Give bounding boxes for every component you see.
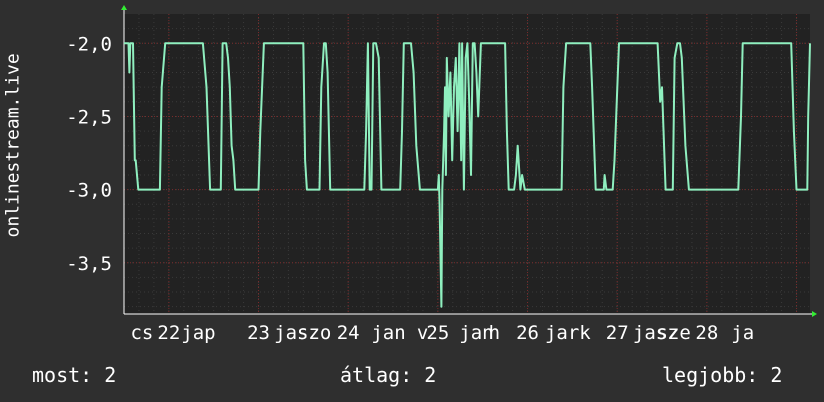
x-tick-label: sze (657, 322, 691, 344)
y-tick-label: -3,0 (66, 180, 112, 202)
x-tick-label: 28 (695, 322, 718, 344)
stat-best: legjobb: 2 (662, 363, 783, 387)
line-chart: -2,0-2,5-3,0-3,5cs 22 jap 23 jaszszo 24 jan v25… (66, 5, 817, 344)
y-tick-label: -2,5 (66, 106, 112, 128)
x-tick-label: 23 (247, 322, 270, 344)
x-tick-label: ja (731, 322, 754, 344)
x-tick-label: szo (297, 322, 331, 344)
x-tick-label: h (489, 322, 500, 344)
x-tick-label: jap (181, 322, 215, 344)
x-tick-label: 25 (426, 322, 449, 344)
x-tick-label: 27 (606, 322, 629, 344)
y-tick-label: -3,5 (66, 253, 112, 275)
x-axis-arrow (812, 311, 817, 317)
x-tick-label: cs (130, 322, 153, 344)
chart-container: -2,0 -2,5 -3,0 -3,5 cs 22 jap 23 jasz szo 24 jan v 25… (0, 0, 824, 402)
x-tick-label: 24 (337, 322, 360, 344)
y-axis-arrow (121, 5, 127, 10)
x-tick-label: 22 (157, 322, 180, 344)
y-axis-label: onlinestream.live (2, 53, 24, 238)
stat-current: most: 2 (32, 363, 117, 387)
y-tick-label: -2,0 (66, 33, 112, 55)
x-tick-label: jark (545, 322, 591, 344)
stat-average: átlag: 2 (340, 363, 437, 387)
x-tick-label: jan (371, 322, 405, 344)
x-tick-label: 26 (516, 322, 539, 344)
